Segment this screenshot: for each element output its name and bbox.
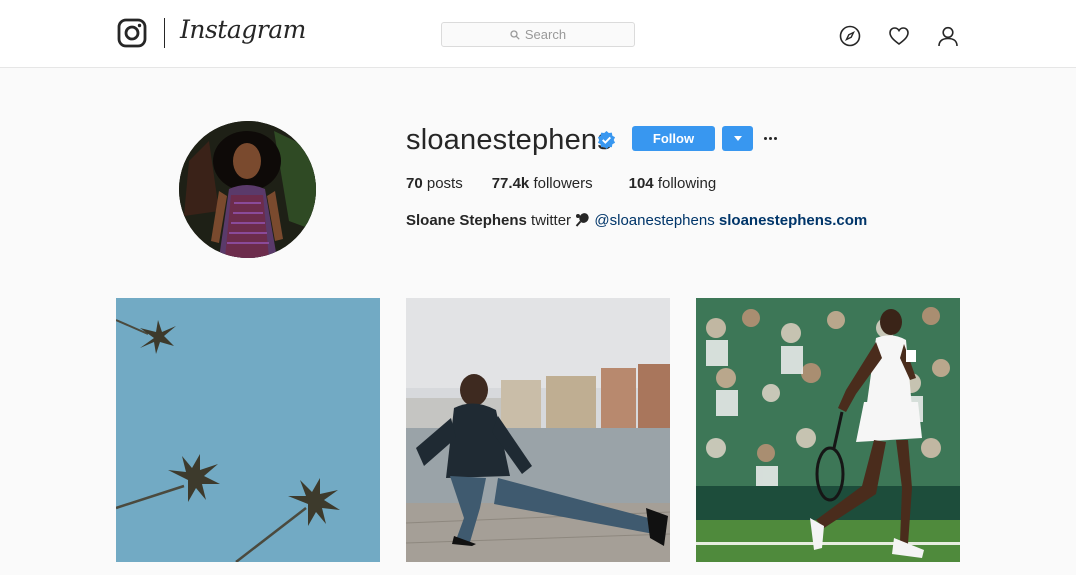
profile-bio: Sloane Stephens twitter @sloanestephens … — [406, 212, 867, 229]
ellipsis-icon — [763, 137, 767, 140]
search-placeholder: Search — [524, 27, 567, 42]
logo-divider — [164, 18, 165, 48]
instagram-logo-icon[interactable] — [117, 18, 147, 48]
profile-icon[interactable] — [937, 25, 959, 47]
verified-badge-icon — [597, 130, 616, 149]
post-thumbnail-3[interactable] — [696, 298, 960, 562]
post-thumbnail-1[interactable] — [116, 298, 380, 562]
triangle-down-icon — [733, 136, 742, 141]
suggested-accounts-dropdown-button[interactable] — [722, 126, 753, 151]
stat-followers[interactable]: 77.4k followers — [492, 175, 593, 192]
bio-website-link[interactable]: sloanestephens.com — [719, 212, 867, 229]
profile-stats: 70 posts 77.4k followers 104 following — [406, 175, 716, 192]
bio-mention-link[interactable]: @sloanestephens — [594, 212, 714, 229]
heart-icon[interactable] — [888, 25, 910, 47]
stat-following[interactable]: 104 following — [629, 175, 717, 192]
compass-icon[interactable] — [839, 25, 861, 47]
bio-full-name: Sloane Stephens — [406, 212, 527, 229]
stat-posts: 70 posts — [406, 175, 463, 192]
post-thumbnail-2[interactable] — [406, 298, 670, 562]
tennis-racket-emoji-icon — [575, 213, 589, 227]
profile-avatar — [179, 121, 316, 258]
search-input[interactable]: Search — [441, 22, 635, 47]
bio-text: twitter — [531, 212, 572, 229]
follow-button[interactable]: Follow — [632, 126, 715, 151]
more-options-button[interactable] — [761, 126, 779, 151]
top-navigation-bar: Instagram Search — [0, 0, 1076, 68]
profile-username: sloanestephens — [406, 124, 612, 156]
search-icon — [510, 29, 520, 40]
instagram-wordmark[interactable]: Instagram — [180, 15, 306, 44]
